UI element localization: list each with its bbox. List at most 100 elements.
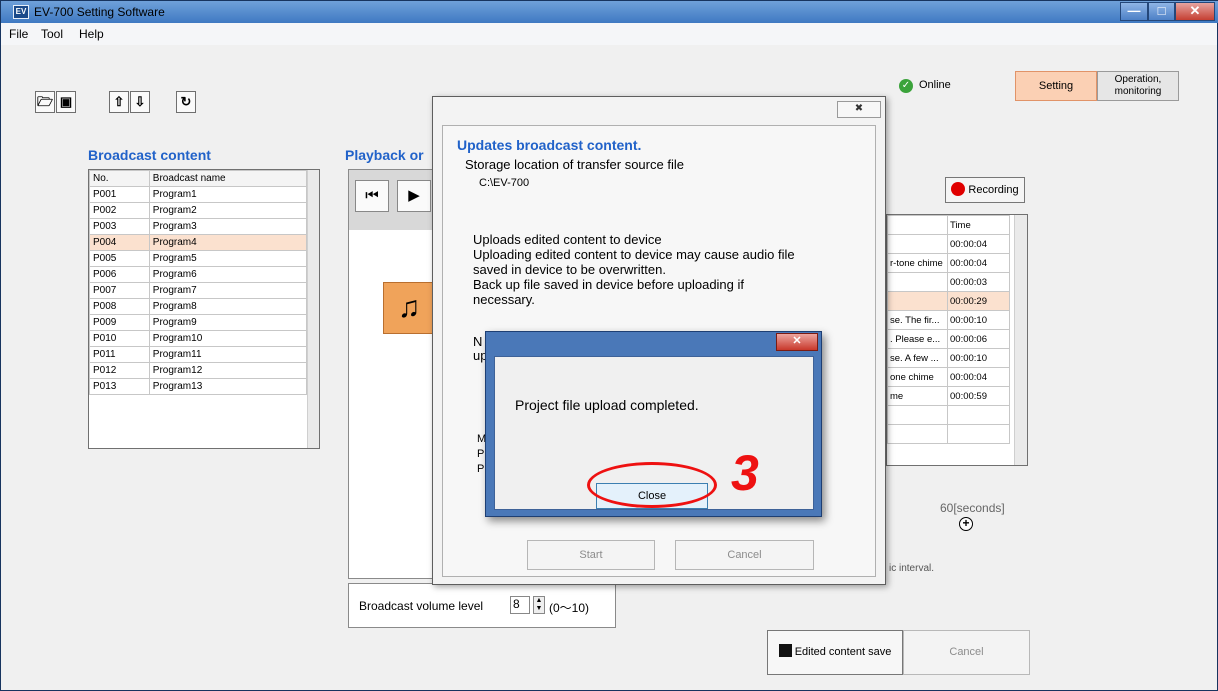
program-number-cell: P013: [89, 378, 150, 395]
broadcast-table-scrollbar[interactable]: [307, 170, 319, 448]
table-row[interactable]: r-tone chime 00:00:04: [887, 253, 1010, 273]
start-button[interactable]: Start: [527, 540, 655, 570]
edited-content-save-label: Edited content save: [794, 646, 892, 658]
content-cell: [887, 234, 948, 254]
storage-path: C:\EV-700: [479, 177, 530, 189]
table-row[interactable]: 00:00:29: [887, 291, 1010, 311]
dialog-close-icon[interactable]: ✖: [837, 101, 881, 118]
column-header-name[interactable]: Broadcast name: [148, 170, 308, 187]
table-row[interactable]: P008 Program8: [89, 298, 308, 315]
cancel-button[interactable]: Cancel: [903, 630, 1030, 675]
table-row[interactable]: P011 Program11: [89, 346, 308, 363]
content-cell: [887, 405, 948, 425]
table-row[interactable]: [887, 405, 1010, 425]
recording-label: Recording: [968, 184, 1019, 196]
time-cell: 00:00:06: [947, 329, 1010, 349]
time-table-scrollbar[interactable]: [1014, 215, 1027, 465]
content-cell: se. A few ...: [887, 348, 948, 368]
table-row[interactable]: one chime 00:00:04: [887, 367, 1010, 387]
save-icon[interactable]: ▣: [56, 91, 76, 113]
minimize-button[interactable]: —: [1120, 2, 1148, 21]
program-name-cell: Program9: [148, 314, 308, 331]
program-number-cell: P008: [89, 298, 150, 315]
save-disk-icon: [778, 644, 792, 657]
open-folder-icon[interactable]: 🗁: [35, 91, 55, 113]
edited-content-save-button[interactable]: Edited content save: [767, 630, 903, 675]
program-name-cell: Program3: [148, 218, 308, 235]
table-row[interactable]: P002 Program2: [89, 202, 308, 219]
play-icon[interactable]: ▶: [397, 180, 431, 212]
column-header-time[interactable]: Time: [947, 215, 1010, 235]
table-row[interactable]: me 00:00:59: [887, 386, 1010, 406]
content-cell: se. The fir...: [887, 310, 948, 330]
program-name-cell: Program8: [148, 298, 308, 315]
program-number-cell: P004: [89, 234, 150, 251]
table-row[interactable]: P012 Program12: [89, 362, 308, 379]
window-title: EV-700 Setting Software: [34, 5, 165, 19]
table-row[interactable]: [887, 424, 1010, 444]
table-row[interactable]: 00:00:04: [887, 234, 1010, 254]
table-row[interactable]: P010 Program10: [89, 330, 308, 347]
warning-line: necessary.: [473, 292, 535, 307]
time-cell: 00:00:59: [947, 386, 1010, 406]
table-row[interactable]: P009 Program9: [89, 314, 308, 331]
download-icon[interactable]: ⇩: [130, 91, 150, 113]
tab-setting[interactable]: Setting: [1015, 71, 1097, 101]
table-row[interactable]: se. The fir... 00:00:10: [887, 310, 1010, 330]
table-row[interactable]: P007 Program7: [89, 282, 308, 299]
record-icon: [951, 182, 966, 196]
message-text: Project file upload completed.: [515, 397, 699, 413]
menu-tool[interactable]: Tool: [41, 27, 63, 41]
menu-file[interactable]: File: [9, 27, 28, 41]
upload-warning-text: Uploads edited content to device Uploadi…: [473, 232, 873, 307]
program-number-cell: P006: [89, 266, 150, 283]
content-cell: one chime: [887, 367, 948, 387]
table-row[interactable]: se. A few ... 00:00:10: [887, 348, 1010, 368]
volume-range: (0〜10): [549, 601, 590, 615]
program-number-cell: P005: [89, 250, 150, 267]
table-row[interactable]: P013 Program13: [89, 378, 308, 395]
recording-button[interactable]: Recording: [945, 177, 1025, 203]
storage-location-label: Storage location of transfer source file: [465, 157, 684, 172]
content-cell: me: [887, 386, 948, 406]
recording-time-table[interactable]: Time 00:00:04 r-tone chime 00:00:04 00:00:0…: [886, 214, 1028, 466]
program-name-cell: Program11: [148, 346, 308, 363]
maximize-button[interactable]: □: [1148, 2, 1175, 21]
title-bar[interactable]: EV EV-700 Setting Software — □ ✕: [1, 1, 1218, 23]
skip-back-icon[interactable]: ⏮: [355, 180, 389, 212]
program-number-cell: P007: [89, 282, 150, 299]
table-row[interactable]: . Please e... 00:00:06: [887, 329, 1010, 349]
table-row[interactable]: P001 Program1: [89, 186, 308, 203]
table-row[interactable]: P005 Program5: [89, 250, 308, 267]
table-row[interactable]: P006 Program6: [89, 266, 308, 283]
upload-icon[interactable]: ⇧: [109, 91, 129, 113]
time-cell: 00:00:10: [947, 310, 1010, 330]
seconds-label: 60[seconds]: [940, 501, 1005, 515]
dialog-cancel-button[interactable]: Cancel: [675, 540, 814, 570]
program-number-cell: P011: [89, 346, 150, 363]
interval-label: ic interval.: [889, 563, 935, 574]
music-note-icon[interactable]: ♫: [383, 282, 435, 334]
content-cell: [887, 272, 948, 292]
table-row[interactable]: P003 Program3: [89, 218, 308, 235]
volume-value[interactable]: 8: [510, 596, 530, 614]
warning-line: saved in device to be overwritten.: [473, 262, 666, 277]
column-header-no[interactable]: No.: [89, 170, 150, 187]
program-number-cell: P010: [89, 330, 150, 347]
program-number-cell: P012: [89, 362, 150, 379]
menu-help[interactable]: Help: [79, 27, 104, 41]
broadcast-content-table[interactable]: No. Broadcast name P001 Program1 P002 Progr…: [88, 169, 320, 449]
time-cell: 00:00:29: [947, 291, 1010, 311]
refresh-device-icon[interactable]: ↻: [176, 91, 196, 113]
highlight-ring: [587, 462, 717, 508]
window-close-button[interactable]: ✕: [1175, 2, 1215, 21]
tab-operation-monitoring[interactable]: Operation, monitoring: [1097, 71, 1179, 101]
plus-icon[interactable]: +: [959, 517, 973, 531]
program-number-cell: P003: [89, 218, 150, 235]
volume-spinner[interactable]: ▲ ▼: [533, 596, 545, 614]
time-cell: 00:00:04: [947, 367, 1010, 387]
column-header-content[interactable]: [887, 215, 948, 235]
message-close-icon[interactable]: ✕: [776, 333, 818, 351]
table-row[interactable]: 00:00:03: [887, 272, 1010, 292]
table-row[interactable]: P004 Program4: [89, 234, 308, 251]
